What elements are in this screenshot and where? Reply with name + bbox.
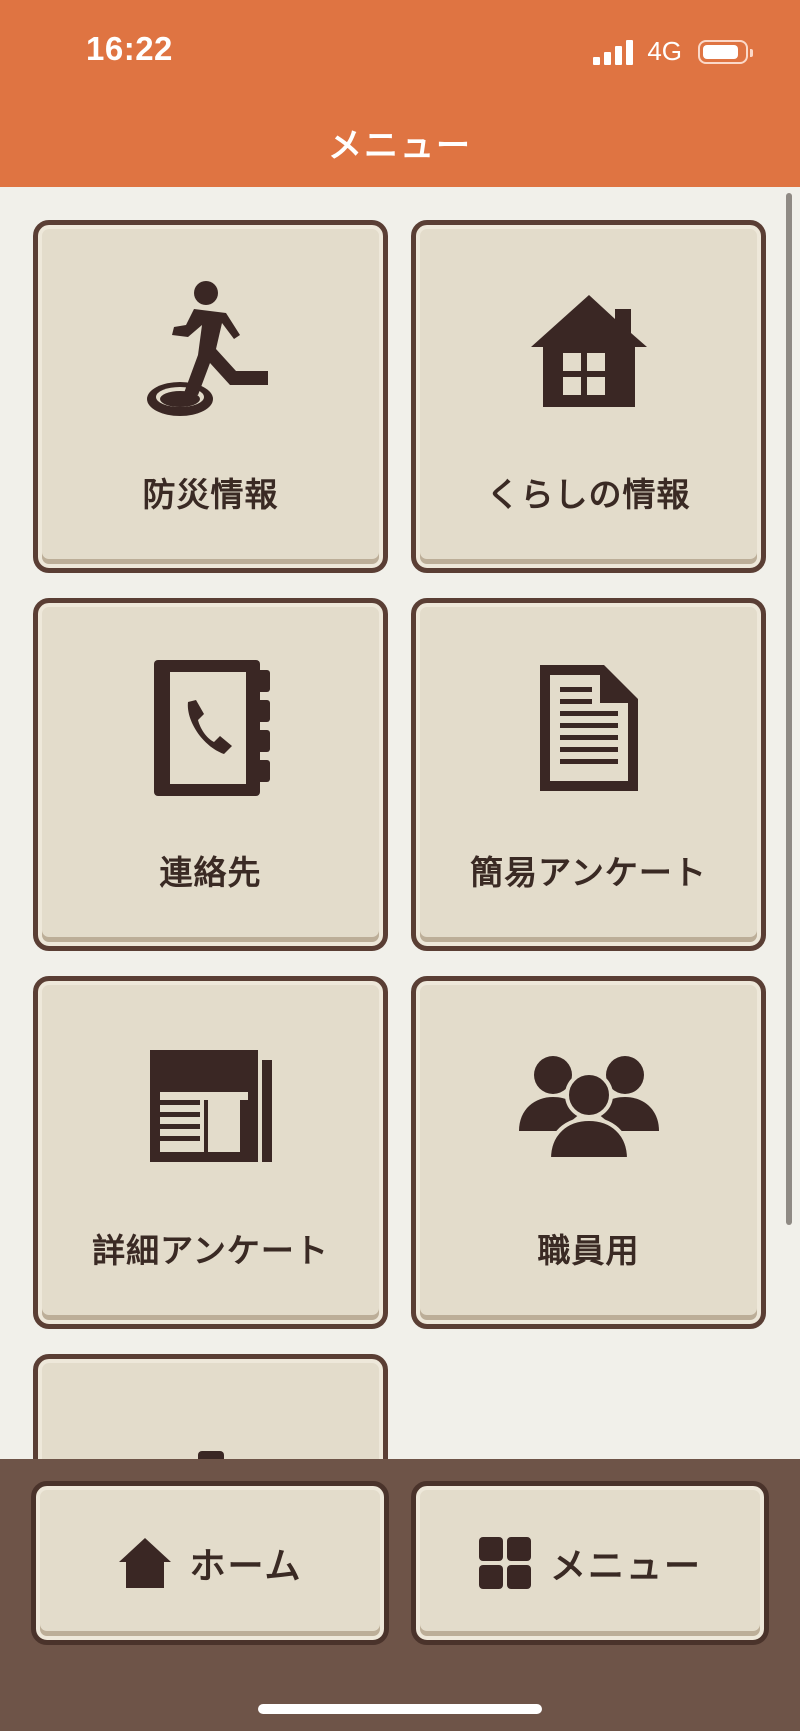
tile-label: 簡易アンケート — [470, 853, 707, 892]
scrollbar[interactable] — [786, 193, 792, 1225]
tab-bar: ホーム メニュー — [0, 1459, 800, 1731]
tile-label: くらしの情報 — [486, 475, 691, 514]
tile-label: 防災情報 — [142, 475, 279, 514]
menu-tab-button[interactable]: メニュー — [411, 1481, 769, 1645]
house-icon — [416, 275, 761, 425]
navigation-bar: メニュー — [0, 100, 800, 187]
battery-icon — [698, 39, 753, 64]
emergency-exit-icon — [38, 275, 383, 425]
tile-staff[interactable]: 職員用 — [411, 976, 766, 1329]
tile-label: 連絡先 — [159, 853, 262, 892]
grid-menu-icon — [478, 1537, 531, 1589]
tile-settings[interactable] — [33, 1354, 388, 1459]
tile-living-info[interactable]: くらしの情報 — [411, 220, 766, 573]
home-icon — [118, 1538, 171, 1588]
menu-grid[interactable]: 防災情報 くらしの情報 連絡先 簡易アンケート 詳細アンケート 職員用 — [0, 187, 800, 1459]
page-title: メニュー — [328, 126, 472, 166]
home-indicator[interactable] — [258, 1704, 542, 1714]
tile-label: 詳細アンケート — [92, 1231, 329, 1270]
home-tab-label: ホーム — [189, 1546, 303, 1587]
phone-book-icon — [38, 653, 383, 803]
document-icon — [416, 653, 761, 803]
menu-tab-label: メニュー — [549, 1546, 702, 1587]
tile-contacts[interactable]: 連絡先 — [33, 598, 388, 951]
network-type: 4G — [647, 36, 682, 66]
tile-label: 職員用 — [537, 1231, 640, 1270]
tile-disaster-info[interactable]: 防災情報 — [33, 220, 388, 573]
home-tab-button[interactable]: ホーム — [31, 1481, 389, 1645]
signal-strength-icon — [593, 39, 634, 65]
status-time: 16:22 — [86, 30, 173, 67]
gear-icon — [38, 1409, 383, 1459]
newspaper-icon — [38, 1031, 383, 1181]
status-indicators: 4G — [593, 36, 753, 67]
status-bar: 16:22 4G — [0, 0, 800, 100]
tile-detailed-survey[interactable]: 詳細アンケート — [33, 976, 388, 1329]
staff-group-icon — [416, 1031, 761, 1181]
tile-simple-survey[interactable]: 簡易アンケート — [411, 598, 766, 951]
